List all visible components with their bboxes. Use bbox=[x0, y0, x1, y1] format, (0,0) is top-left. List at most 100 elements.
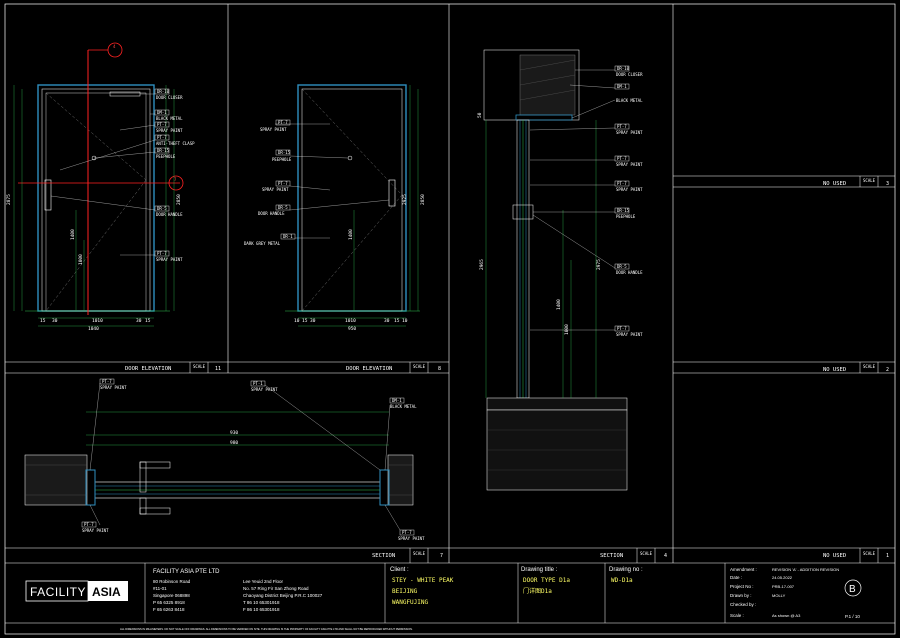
svg-text:2975: 2975 bbox=[596, 259, 602, 270]
svg-text:1400: 1400 bbox=[556, 299, 562, 310]
svg-text:1: 1 bbox=[886, 553, 889, 559]
svg-text:Drawn by :: Drawn by : bbox=[730, 593, 752, 598]
svg-text:11: 11 bbox=[215, 366, 221, 372]
svg-text:DOOR CLOSER: DOOR CLOSER bbox=[156, 95, 183, 100]
svg-text:BLACK METAL: BLACK METAL bbox=[616, 98, 643, 103]
svg-text:SPRAY PAINT: SPRAY PAINT bbox=[156, 257, 183, 262]
svg-text:Lee Yeuid 2nd Floor: Lee Yeuid 2nd Floor bbox=[243, 579, 284, 584]
svg-text:SPRAY PAINT: SPRAY PAINT bbox=[616, 332, 643, 337]
svg-text:2875: 2875 bbox=[6, 194, 12, 205]
svg-text:MOLLY: MOLLY bbox=[772, 593, 786, 598]
svg-text:15: 15 bbox=[40, 318, 46, 324]
svg-text:24.05.2022: 24.05.2022 bbox=[772, 575, 793, 580]
svg-text:PT-7: PT-7 bbox=[102, 379, 112, 384]
svg-text:DR-10: DR-10 bbox=[617, 66, 630, 71]
view-title-elevation-2: DOOR ELEVATION SCALE 8 bbox=[346, 362, 441, 373]
svg-text:SECTION: SECTION bbox=[372, 553, 395, 559]
svg-text:SPRAY PAINT: SPRAY PAINT bbox=[260, 127, 287, 132]
svg-text:门详图D1a: 门详图D1a bbox=[523, 587, 552, 595]
view-title-section-h: SECTION SCALE 7 bbox=[372, 548, 443, 563]
svg-text:Date :: Date : bbox=[730, 575, 742, 580]
svg-text:PT-7: PT-7 bbox=[617, 326, 627, 331]
view-title-section-v: SECTION SCALE 4 bbox=[600, 548, 667, 563]
svg-text:PT-7: PT-7 bbox=[157, 135, 167, 140]
svg-text:DOOR ELEVATION: DOOR ELEVATION bbox=[346, 366, 392, 372]
svg-text:30: 30 bbox=[310, 318, 316, 324]
svg-text:PEEPHOLE: PEEPHOLE bbox=[616, 214, 636, 219]
view-title-no-used-3: NO USED SCALE 3 bbox=[823, 176, 889, 187]
view-title-no-used-2: NO USED SCALE 2 bbox=[823, 362, 889, 373]
svg-text:WD-D1a: WD-D1a bbox=[611, 577, 633, 584]
horizontal-section: 930 980 bbox=[24, 382, 414, 531]
svg-text:Client :: Client : bbox=[390, 567, 409, 573]
svg-text:SCALE: SCALE bbox=[863, 551, 876, 556]
svg-text:FACILITY ASIA PTE LTD: FACILITY ASIA PTE LTD bbox=[153, 569, 220, 575]
svg-text:BEIJING: BEIJING bbox=[392, 588, 418, 595]
svg-text:SPRAY PAINT: SPRAY PAINT bbox=[251, 387, 278, 392]
svg-text:PT-1: PT-1 bbox=[253, 381, 263, 386]
svg-text:DOOR HANDLE: DOOR HANDLE bbox=[616, 270, 643, 275]
svg-text:REVISION 'A' - ADDITION REVISI: REVISION 'A' - ADDITION REVISION bbox=[772, 567, 839, 572]
svg-text:8: 8 bbox=[438, 366, 441, 372]
svg-text:SPRAY PAINT: SPRAY PAINT bbox=[82, 528, 109, 533]
view-title-elevation-1: DOOR ELEVATION SCALE 11 bbox=[125, 362, 221, 373]
svg-text:DOOR HANDLE: DOOR HANDLE bbox=[258, 211, 285, 216]
section-h-callouts: PT-7 SPRAY PAINT PT-1 SPRAY PAINT DM-1 B… bbox=[81, 378, 425, 541]
svg-text:SCALE: SCALE bbox=[640, 551, 653, 556]
svg-text:2850: 2850 bbox=[176, 194, 182, 205]
svg-text:DR-5: DR-5 bbox=[617, 264, 627, 269]
svg-text:SPRAY PAINT: SPRAY PAINT bbox=[262, 187, 289, 192]
svg-text:#11-01: #11-01 bbox=[153, 586, 167, 591]
svg-text:2925: 2925 bbox=[402, 194, 408, 205]
svg-text:SCALE: SCALE bbox=[863, 178, 876, 183]
svg-text:PT-7: PT-7 bbox=[278, 120, 288, 125]
svg-text:PT-7: PT-7 bbox=[157, 251, 167, 256]
svg-text:30: 30 bbox=[52, 318, 58, 324]
door-elevation-1: 4 7 2875 2850 1400 1000 15 30 1010 30 15… bbox=[6, 42, 184, 332]
svg-text:DR-15: DR-15 bbox=[617, 208, 630, 213]
svg-text:1000: 1000 bbox=[564, 324, 570, 335]
svg-text:SCALE: SCALE bbox=[413, 364, 426, 369]
svg-text:SPRAY PAINT: SPRAY PAINT bbox=[616, 187, 643, 192]
svg-text:10: 10 bbox=[402, 318, 408, 324]
svg-text:PT-7: PT-7 bbox=[617, 181, 627, 186]
svg-text:DR-1: DR-1 bbox=[283, 234, 293, 239]
svg-text:Amendment :: Amendment : bbox=[730, 567, 757, 572]
svg-text:DR-15: DR-15 bbox=[278, 150, 291, 155]
svg-text:ASIA: ASIA bbox=[92, 585, 121, 599]
svg-text:Singapore 068898: Singapore 068898 bbox=[153, 593, 190, 598]
svg-text:1010: 1010 bbox=[92, 318, 103, 324]
svg-text:SCALE: SCALE bbox=[413, 551, 426, 556]
svg-text:Drawing no :: Drawing no : bbox=[609, 567, 643, 573]
svg-text:4: 4 bbox=[664, 553, 667, 559]
svg-text:DARK GREY METAL: DARK GREY METAL bbox=[244, 241, 281, 246]
svg-text:10: 10 bbox=[294, 318, 300, 324]
svg-text:NO USED: NO USED bbox=[823, 181, 846, 187]
svg-text:P 65 6325 8918: P 65 6325 8918 bbox=[153, 600, 185, 605]
svg-text:1040: 1040 bbox=[88, 326, 99, 332]
svg-text:F 65 6263 8418: F 65 6263 8418 bbox=[153, 607, 185, 612]
svg-text:BLACK METAL: BLACK METAL bbox=[156, 116, 183, 121]
svg-text:DR-15: DR-15 bbox=[157, 148, 170, 153]
svg-text:PT-7: PT-7 bbox=[617, 124, 627, 129]
svg-text:1010: 1010 bbox=[345, 318, 356, 324]
svg-text:Chaoyang District Beijing P.R.: Chaoyang District Beijing P.R.C 100027 bbox=[243, 593, 323, 598]
svg-text:Checked by :: Checked by : bbox=[730, 602, 756, 607]
svg-text:DOOR ELEVATION: DOOR ELEVATION bbox=[125, 366, 171, 372]
svg-text:1000: 1000 bbox=[78, 254, 84, 265]
svg-text:B: B bbox=[849, 584, 856, 595]
svg-text:SPRAY PAINT: SPRAY PAINT bbox=[616, 162, 643, 167]
section-v-callouts: DR-10 DOOR CLOSER DM-1 BLACK METAL PT-7 … bbox=[614, 65, 643, 337]
svg-text:PT-7: PT-7 bbox=[84, 522, 94, 527]
svg-text:PEEPHOLE: PEEPHOLE bbox=[272, 157, 292, 162]
svg-text:ANTI-THEFT CLASP: ANTI-THEFT CLASP bbox=[156, 141, 195, 146]
svg-text:SECTION: SECTION bbox=[600, 553, 623, 559]
svg-text:F 86 10 65301918: F 86 10 65301918 bbox=[243, 607, 280, 612]
view-title-no-used-1: NO USED SCALE 1 bbox=[823, 548, 889, 563]
svg-text:SCALE: SCALE bbox=[863, 364, 876, 369]
svg-text:15: 15 bbox=[394, 318, 400, 324]
svg-text:SPRAY PAINT: SPRAY PAINT bbox=[616, 130, 643, 135]
svg-text:DOOR CLOSER: DOOR CLOSER bbox=[616, 72, 643, 77]
svg-text:30: 30 bbox=[136, 318, 142, 324]
svg-text:DM-1: DM-1 bbox=[157, 110, 167, 115]
